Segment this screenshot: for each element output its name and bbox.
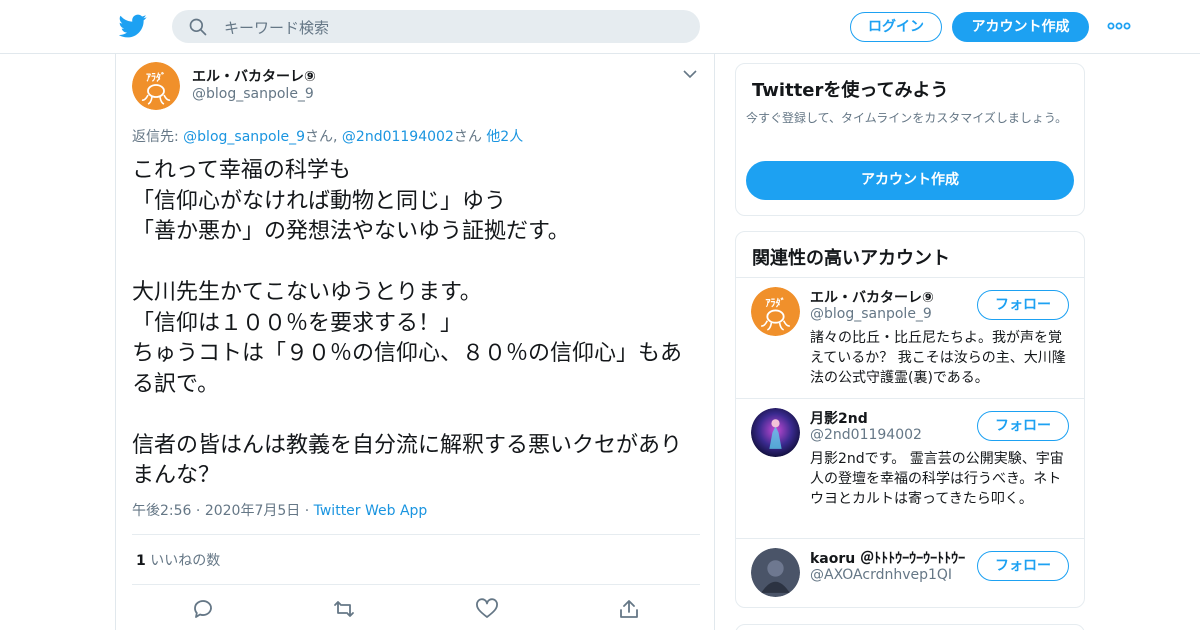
likes-count: 1 [136,553,146,569]
tweet-detail: ｱﾗﾀﾞ エル・バカターレ⑨ @blog_sanpole_9 返信先: @blo… [115,54,715,630]
account-handle[interactable]: @AXOAcrdnhvep1QI [810,567,952,583]
next-sidebar-card [735,624,1085,630]
login-button[interactable]: ログイン [850,12,942,42]
author-name[interactable]: エル・バカターレ⑨ [192,66,316,86]
related-accounts-card: 関連性の高いアカウント ｱﾗﾀﾞ エル・バカターレ⑨ @blog_sanpole… [735,231,1085,608]
signup-button[interactable]: アカウント作成 [952,12,1089,42]
search-box[interactable]: キーワード検索 [172,10,700,43]
account-name[interactable]: 月影2nd [810,408,970,428]
search-icon [189,18,207,36]
tweet-time[interactable]: 午後2:56 [132,503,191,519]
reply-prefix: 返信先: [132,129,184,145]
related-account-item[interactable]: kaoru ＠ﾄﾄﾄｳｰｳｰｳｰﾄﾄｳｰ @AXOAcrdnhvep1QI フォ… [736,538,1084,607]
reply-mention-2[interactable]: @2nd01194002 [342,129,454,145]
reply-suffix-2: さん [453,129,487,145]
likes-stat[interactable]: 1 いいねの数 [136,550,220,570]
avatar-logo-text: ｱﾗﾀﾞ [146,71,166,84]
divider [132,534,700,535]
related-accounts-title: 関連性の高いアカウント [752,248,950,269]
related-account-item[interactable]: ｱﾗﾀﾞ エル・バカターレ⑨ @blog_sanpole_9 諸々の比丘・比丘尼… [736,277,1084,398]
heart-icon[interactable] [475,598,499,620]
search-placeholder: キーワード検索 [224,19,330,37]
divider [132,584,700,585]
account-name[interactable]: エル・バカターレ⑨ [810,287,970,307]
reply-mention-1[interactable]: @blog_sanpole_9 [183,129,305,145]
top-navigation-bar: キーワード検索 ログイン アカウント作成 [0,0,1200,54]
account-handle[interactable]: @blog_sanpole_9 [810,306,932,322]
signup-card-description: 今すぐ登録して、タイムラインをカスタマイズしましょう。 [746,111,1068,125]
signup-card-title: Twitterを使ってみよう [752,80,949,101]
tweet-metadata: 午後2:56 · 2020年7月5日 · Twitter Web App [132,503,428,519]
likes-label: いいねの数 [150,553,221,569]
share-icon[interactable] [617,598,641,620]
author-handle[interactable]: @blog_sanpole_9 [192,86,314,102]
follow-button[interactable]: フォロー [977,290,1069,320]
related-account-item[interactable]: 月影2nd @2nd01194002 月影2ndです。 霊言芸の公開実験、宇宙人… [736,398,1084,538]
more-options-icon[interactable] [1106,16,1132,36]
reply-context: 返信先: @blog_sanpole_9さん, @2nd01194002さん 他… [132,126,523,146]
chevron-down-icon[interactable] [682,68,698,80]
account-avatar[interactable]: ｱﾗﾀﾞ [751,287,800,336]
tweet-source-link[interactable]: Twitter Web App [314,503,428,519]
author-avatar[interactable]: ｱﾗﾀﾞ [132,62,180,110]
reply-suffix-1: さん, [305,129,342,145]
account-bio: 月影2ndです。 霊言芸の公開実験、宇宙人の登壇を幸福の科学は行うべき。ネトウヨ… [810,451,1064,507]
reply-others-link[interactable]: 他2人 [486,129,523,145]
account-handle[interactable]: @2nd01194002 [810,427,922,443]
avatar-logo-text: ｱﾗﾀﾞ [765,296,785,309]
tweet-date[interactable]: 2020年7月5日 [205,503,300,519]
reply-icon[interactable] [191,598,215,620]
tweet-text: これって幸福の科学も 「信仰心がなければ動物と同じ」ゆう 「善か悪か」の発想法や… [132,158,683,488]
twitter-bird-icon[interactable] [119,12,147,40]
follow-button[interactable]: フォロー [977,411,1069,441]
signup-card: Twitterを使ってみよう 今すぐ登録して、タイムラインをカスタマイズしましょ… [735,63,1085,216]
signup-card-button[interactable]: アカウント作成 [746,161,1074,200]
account-name[interactable]: kaoru ＠ﾄﾄﾄｳｰｳｰｳｰﾄﾄｳｰ [810,548,970,568]
follow-button[interactable]: フォロー [977,551,1069,581]
account-avatar[interactable] [751,548,800,597]
account-bio: 諸々の比丘・比丘尼たちよ。我が声を覚えているか？ 我こそは汝らの主、大川隆法の公… [810,330,1066,386]
account-avatar[interactable] [751,408,800,457]
retweet-icon[interactable] [332,598,356,620]
